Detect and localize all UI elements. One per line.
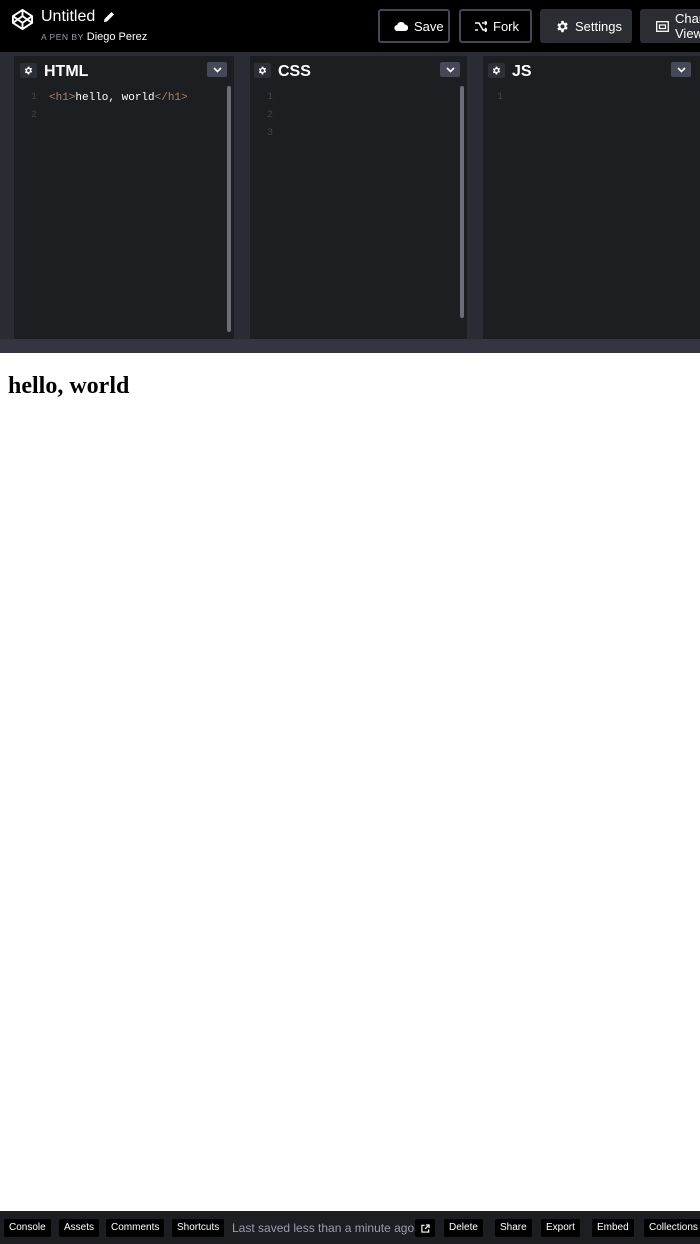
codepen-logo-icon[interactable]	[11, 8, 34, 31]
shortcuts-button[interactable]: Shortcuts	[172, 1219, 225, 1237]
css-panel-menu-button[interactable]	[440, 62, 460, 77]
change-view-button-label: Change View	[675, 11, 700, 41]
save-button[interactable]: Save	[378, 9, 450, 43]
css-editor-scrollbar[interactable]	[460, 86, 464, 318]
comments-button[interactable]: Comments	[106, 1219, 165, 1237]
pen-title[interactable]: Untitled	[41, 8, 95, 26]
delete-button[interactable]: Delete	[444, 1219, 483, 1237]
js-editor-panel: JS 1	[483, 56, 700, 339]
chevron-down-icon	[445, 66, 455, 73]
editor-resize-bar[interactable]	[0, 339, 700, 353]
embed-button[interactable]: Embed	[592, 1219, 634, 1237]
line-number: 1	[496, 92, 503, 103]
line-number: 3	[266, 128, 273, 139]
line-number: 1	[266, 92, 273, 103]
js-settings-button[interactable]	[488, 63, 505, 78]
js-code-editor[interactable]: 1	[483, 86, 700, 339]
fork-button-label: Fork	[493, 18, 519, 34]
bottom-bar: Console Assets Comments Shortcuts Last s…	[0, 1211, 700, 1244]
open-in-new-window-button[interactable]	[415, 1219, 435, 1237]
pencil-icon[interactable]	[103, 11, 115, 23]
html-panel-header: HTML	[14, 56, 234, 86]
code-line: 2	[14, 107, 234, 125]
save-status: Last saved less than a minute ago	[232, 1221, 415, 1235]
html-panel-menu-button[interactable]	[207, 62, 227, 77]
settings-button-label: Settings	[575, 18, 622, 34]
preview-heading: hello, world	[8, 373, 130, 399]
fork-button[interactable]: Fork	[459, 9, 532, 43]
js-panel-title: JS	[512, 63, 532, 80]
collections-button[interactable]: Collections	[644, 1219, 700, 1237]
code-open-tag: <h1>	[49, 92, 76, 104]
pen-byline: A PEN BY Diego Perez	[41, 30, 147, 44]
gear-icon	[492, 66, 501, 75]
code-line: 1 <h1>hello, world</h1>	[14, 89, 234, 107]
author-link[interactable]: Diego Perez	[87, 31, 148, 43]
chevron-down-icon	[676, 66, 686, 73]
line-number: 2	[30, 110, 37, 121]
code-line: 1	[250, 89, 467, 107]
panel-resize-handle[interactable]	[234, 56, 250, 339]
cloud-icon	[394, 21, 408, 31]
change-view-button[interactable]: Change View	[640, 9, 700, 43]
fork-icon	[475, 20, 487, 32]
code-content: hello, world	[75, 92, 155, 104]
preview-pane: hello, world	[0, 353, 700, 1211]
js-panel-header: JS	[483, 56, 700, 86]
code-line: 3	[250, 125, 467, 143]
external-link-icon	[420, 1223, 430, 1233]
code-text: <h1>hello, world</h1>	[49, 89, 188, 107]
css-settings-button[interactable]	[254, 63, 271, 78]
line-number: 2	[266, 110, 273, 121]
css-panel-title: CSS	[278, 63, 311, 80]
css-editor-panel: CSS 1 2 3	[250, 56, 467, 339]
layout-icon	[656, 20, 669, 32]
code-line: 2	[250, 107, 467, 125]
assets-button[interactable]: Assets	[59, 1219, 100, 1237]
html-code-editor[interactable]: 1 <h1>hello, world</h1> 2	[14, 86, 234, 339]
byline-prefix: A PEN BY	[41, 32, 84, 42]
html-editor-scrollbar[interactable]	[227, 86, 231, 332]
html-panel-title: HTML	[44, 63, 89, 80]
share-button[interactable]: Share	[495, 1219, 532, 1237]
panel-resize-handle[interactable]	[467, 56, 483, 339]
gear-icon	[24, 66, 33, 75]
save-button-label: Save	[414, 18, 444, 34]
editor-area: HTML 1 <h1>hello, world</h1> 2 CSS 1 2 3…	[0, 52, 700, 353]
html-settings-button[interactable]	[20, 63, 37, 78]
chevron-down-icon	[212, 66, 222, 73]
css-panel-header: CSS	[250, 56, 467, 86]
css-code-editor[interactable]: 1 2 3	[250, 86, 467, 339]
line-number: 1	[30, 92, 37, 103]
code-close-tag: </h1>	[154, 92, 188, 104]
code-line: 1	[483, 89, 700, 107]
settings-button[interactable]: Settings	[540, 9, 632, 43]
js-panel-menu-button[interactable]	[671, 62, 691, 77]
gear-icon	[258, 66, 267, 75]
console-button[interactable]: Console	[4, 1219, 51, 1237]
left-resize-gutter[interactable]	[0, 56, 14, 339]
top-bar: Untitled A PEN BY Diego Perez Save Fork S…	[0, 0, 700, 52]
export-button[interactable]: Export	[541, 1219, 580, 1237]
gear-icon	[557, 20, 568, 32]
html-editor-panel: HTML 1 <h1>hello, world</h1> 2	[14, 56, 234, 339]
